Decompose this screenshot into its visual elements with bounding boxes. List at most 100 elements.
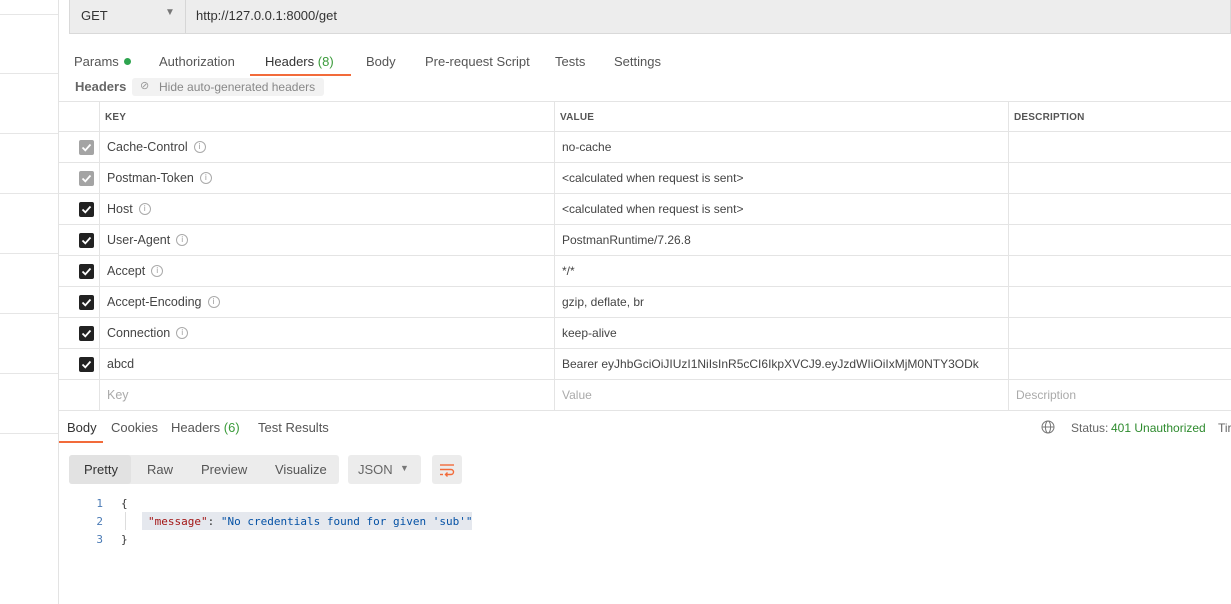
tab-response-body[interactable]: Body xyxy=(67,420,97,435)
format-select[interactable]: JSON ▼ xyxy=(348,455,421,484)
description-cell[interactable] xyxy=(1009,287,1231,317)
tab-label: Test Results xyxy=(258,420,329,435)
row-checkbox[interactable] xyxy=(79,326,94,341)
description-cell[interactable] xyxy=(1009,349,1231,379)
code-line: } xyxy=(121,533,128,546)
info-icon[interactable]: i xyxy=(207,295,220,308)
row-checkbox[interactable] xyxy=(79,295,94,310)
description-cell[interactable] xyxy=(1009,256,1231,286)
globe-icon[interactable] xyxy=(1041,420,1055,434)
table-row: Accept-Encoding i gzip, deflate, br xyxy=(59,287,1231,318)
description-cell[interactable] xyxy=(1009,163,1231,193)
header-key-text: abcd xyxy=(107,357,135,371)
header-key[interactable]: abcd xyxy=(107,357,134,371)
params-indicator-dot xyxy=(123,58,131,66)
sidebar-divider xyxy=(0,433,58,434)
info-icon[interactable]: i xyxy=(138,202,151,215)
view-pretty-button[interactable]: Pretty xyxy=(84,462,118,477)
description-cell[interactable] xyxy=(1009,318,1231,348)
key-cell: Postman-Token i xyxy=(100,163,555,193)
sidebar-divider xyxy=(0,193,58,194)
table-row: Host i <calculated when request is sent> xyxy=(59,194,1231,225)
header-key-text: Connection xyxy=(107,326,171,340)
header-value[interactable]: <calculated when request is sent> xyxy=(562,202,743,216)
header-key[interactable]: Cache-Control i xyxy=(107,140,206,154)
view-visualize-button[interactable]: Visualize xyxy=(275,462,327,477)
request-url-bar: GET ▼ http://127.0.0.1:8000/get xyxy=(69,0,1231,34)
chevron-down-icon: ▼ xyxy=(165,7,175,18)
value-cell: Bearer eyJhbGciOiJIUzI1NiIsInR5cCI6IkpXV… xyxy=(555,349,1009,379)
header-key-text: Postman-Token xyxy=(107,171,194,185)
sidebar-divider xyxy=(0,14,58,15)
check-cell xyxy=(59,194,100,224)
header-key[interactable]: Connection i xyxy=(107,326,189,340)
row-checkbox[interactable] xyxy=(79,140,94,155)
table-row: Connection i keep-alive xyxy=(59,318,1231,349)
description-input[interactable]: Description xyxy=(1016,388,1076,402)
row-checkbox[interactable] xyxy=(79,357,94,372)
tab-cookies[interactable]: Cookies xyxy=(111,420,158,435)
tab-label: Body xyxy=(67,420,97,435)
row-checkbox[interactable] xyxy=(79,264,94,279)
info-icon[interactable]: i xyxy=(176,326,189,339)
row-checkbox[interactable] xyxy=(79,171,94,186)
view-preview-button[interactable]: Preview xyxy=(201,462,247,477)
header-key[interactable]: Accept i xyxy=(107,264,164,278)
info-icon[interactable]: i xyxy=(193,140,206,153)
code-line: { xyxy=(121,497,128,510)
tab-label: Headers xyxy=(171,420,221,435)
header-value[interactable]: gzip, deflate, br xyxy=(562,295,644,309)
header-value[interactable]: Bearer eyJhbGciOiJIUzI1NiIsInR5cCI6IkpXV… xyxy=(562,357,979,371)
header-key[interactable]: Postman-Token i xyxy=(107,171,212,185)
checkmark-icon xyxy=(81,298,92,307)
info-icon[interactable]: i xyxy=(199,171,212,184)
description-cell[interactable] xyxy=(1009,132,1231,162)
header-value[interactable]: keep-alive xyxy=(562,326,617,340)
header-value[interactable]: PostmanRuntime/7.26.8 xyxy=(562,233,691,247)
header-key-text: Host xyxy=(107,202,133,216)
description-cell[interactable] xyxy=(1009,194,1231,224)
hide-auto-generated-button[interactable]: ⊘ Hide auto-generated headers xyxy=(132,78,324,96)
key-cell: Accept-Encoding i xyxy=(100,287,555,317)
tab-tests[interactable]: Tests xyxy=(555,54,585,69)
value-cell: <calculated when request is sent> xyxy=(555,163,1009,193)
tab-body[interactable]: Body xyxy=(366,54,396,69)
key-cell: abcd xyxy=(100,349,555,379)
header-value[interactable]: */* xyxy=(562,264,575,278)
info-icon[interactable]: i xyxy=(176,233,189,246)
checkmark-icon xyxy=(81,267,92,276)
row-checkbox[interactable] xyxy=(79,233,94,248)
tab-headers[interactable]: Headers (8) xyxy=(265,54,334,69)
tab-params[interactable]: Params xyxy=(74,54,131,69)
method-select[interactable]: GET ▼ xyxy=(70,0,186,33)
tab-settings[interactable]: Settings xyxy=(614,54,661,69)
value-cell: <calculated when request is sent> xyxy=(555,194,1009,224)
header-key[interactable]: Host i xyxy=(107,202,151,216)
header-key-text: Accept-Encoding xyxy=(107,295,202,309)
wrap-lines-icon xyxy=(440,464,455,477)
line-number: 1 xyxy=(96,497,103,510)
tab-label: Settings xyxy=(614,54,661,69)
tab-pre-request-script[interactable]: Pre-request Script xyxy=(425,54,530,69)
json-colon: : xyxy=(207,515,221,528)
header-value[interactable]: <calculated when request is sent> xyxy=(562,171,743,185)
key-cell: User-Agent i xyxy=(100,225,555,255)
value-input[interactable]: Value xyxy=(562,388,592,402)
row-checkbox[interactable] xyxy=(79,202,94,217)
header-key[interactable]: User-Agent i xyxy=(107,233,189,247)
header-value[interactable]: no-cache xyxy=(562,140,611,154)
line-number: 3 xyxy=(96,533,103,546)
header-key[interactable]: Accept-Encoding i xyxy=(107,295,220,309)
info-icon[interactable]: i xyxy=(151,264,164,277)
view-raw-button[interactable]: Raw xyxy=(147,462,173,477)
tab-test-results[interactable]: Test Results xyxy=(258,420,329,435)
key-cell: Accept i xyxy=(100,256,555,286)
table-row: abcd Bearer eyJhbGciOiJIUzI1NiIsInR5cCI6I… xyxy=(59,349,1231,380)
tab-response-headers[interactable]: Headers (6) xyxy=(171,420,240,435)
tab-authorization[interactable]: Authorization xyxy=(159,54,235,69)
description-cell[interactable] xyxy=(1009,225,1231,255)
url-input[interactable]: http://127.0.0.1:8000/get xyxy=(196,8,337,23)
header-check-cell xyxy=(59,102,100,131)
wrap-lines-button[interactable] xyxy=(432,455,462,484)
key-input[interactable]: Key xyxy=(107,388,129,402)
